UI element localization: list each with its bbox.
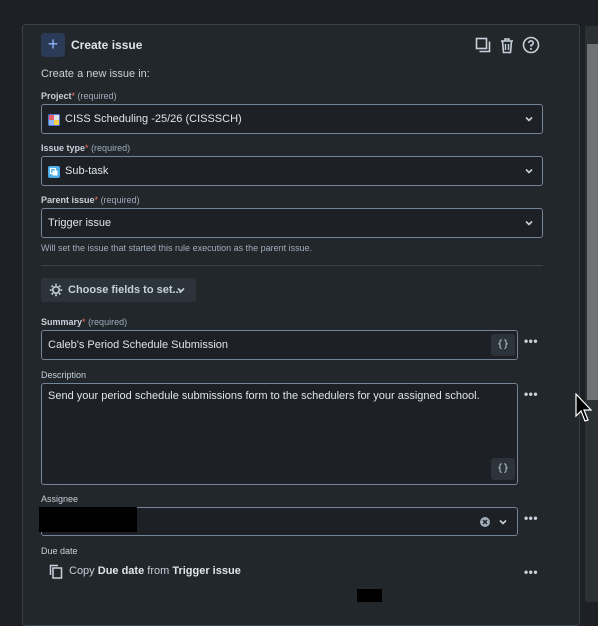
chevron-down-icon [177,287,185,293]
project-label: Project* (required) [41,91,117,101]
trash-icon[interactable] [497,35,517,55]
smart-value-button[interactable]: {} [491,458,515,480]
summary-input[interactable]: Caleb's Period Schedule Submission {} [41,330,518,360]
mouse-cursor-icon [575,392,593,426]
description-textarea[interactable]: Send your period schedule submissions fo… [41,383,518,485]
redacted-block [357,589,382,602]
outer-scrollbar-thumb[interactable] [587,44,598,400]
subtask-icon [48,166,60,181]
project-value: CISS Scheduling -25/26 (CISSSCH) [65,113,242,125]
issue-type-label: Issue type* (required) [41,143,131,153]
issue-type-value: Sub-task [65,165,109,177]
due-date-label: Due date [41,546,78,556]
parent-issue-label: Parent issue* (required) [41,195,140,205]
summary-value: Caleb's Period Schedule Submission [48,339,229,351]
chevron-down-icon [499,519,507,525]
chevron-down-icon [525,220,533,226]
choose-fields-label: Choose fields to set... [68,284,182,296]
chevron-down-icon [525,116,533,122]
summary-label: Summary* (required) [41,317,128,327]
redacted-assignee [39,507,137,532]
due-date-copy-text: Copy Due date from Trigger issue [69,565,241,577]
assignee-more-button[interactable]: ••• [522,512,540,525]
summary-more-button[interactable]: ••• [522,335,540,348]
help-icon[interactable] [521,35,541,55]
description-value: Send your period schedule submissions fo… [48,390,480,402]
chevron-down-icon [525,168,533,174]
plus-icon: + [41,33,65,57]
parent-issue-select[interactable]: Trigger issue [41,208,543,238]
copy-icon [49,564,63,582]
project-avatar-icon [48,114,60,129]
smart-value-button[interactable]: {} [491,334,515,356]
parent-issue-help: Will set the issue that started this rul… [41,243,313,253]
divider [41,265,543,266]
description-label: Description [41,370,87,380]
panel-title: Create issue [71,38,143,52]
due-date-more-button[interactable]: ••• [522,566,540,579]
issue-type-select[interactable]: Sub-task [41,156,543,186]
parent-issue-value: Trigger issue [48,217,112,229]
clear-icon[interactable] [480,517,490,530]
assignee-label: Assignee [41,494,79,504]
duplicate-icon[interactable] [473,35,493,55]
create-in-label: Create a new issue in: [41,68,150,80]
description-more-button[interactable]: ••• [522,388,540,401]
project-select[interactable]: CISS Scheduling -25/26 (CISSSCH) [41,104,543,134]
choose-fields-button[interactable]: Choose fields to set... [41,278,196,302]
gear-icon [49,283,63,300]
